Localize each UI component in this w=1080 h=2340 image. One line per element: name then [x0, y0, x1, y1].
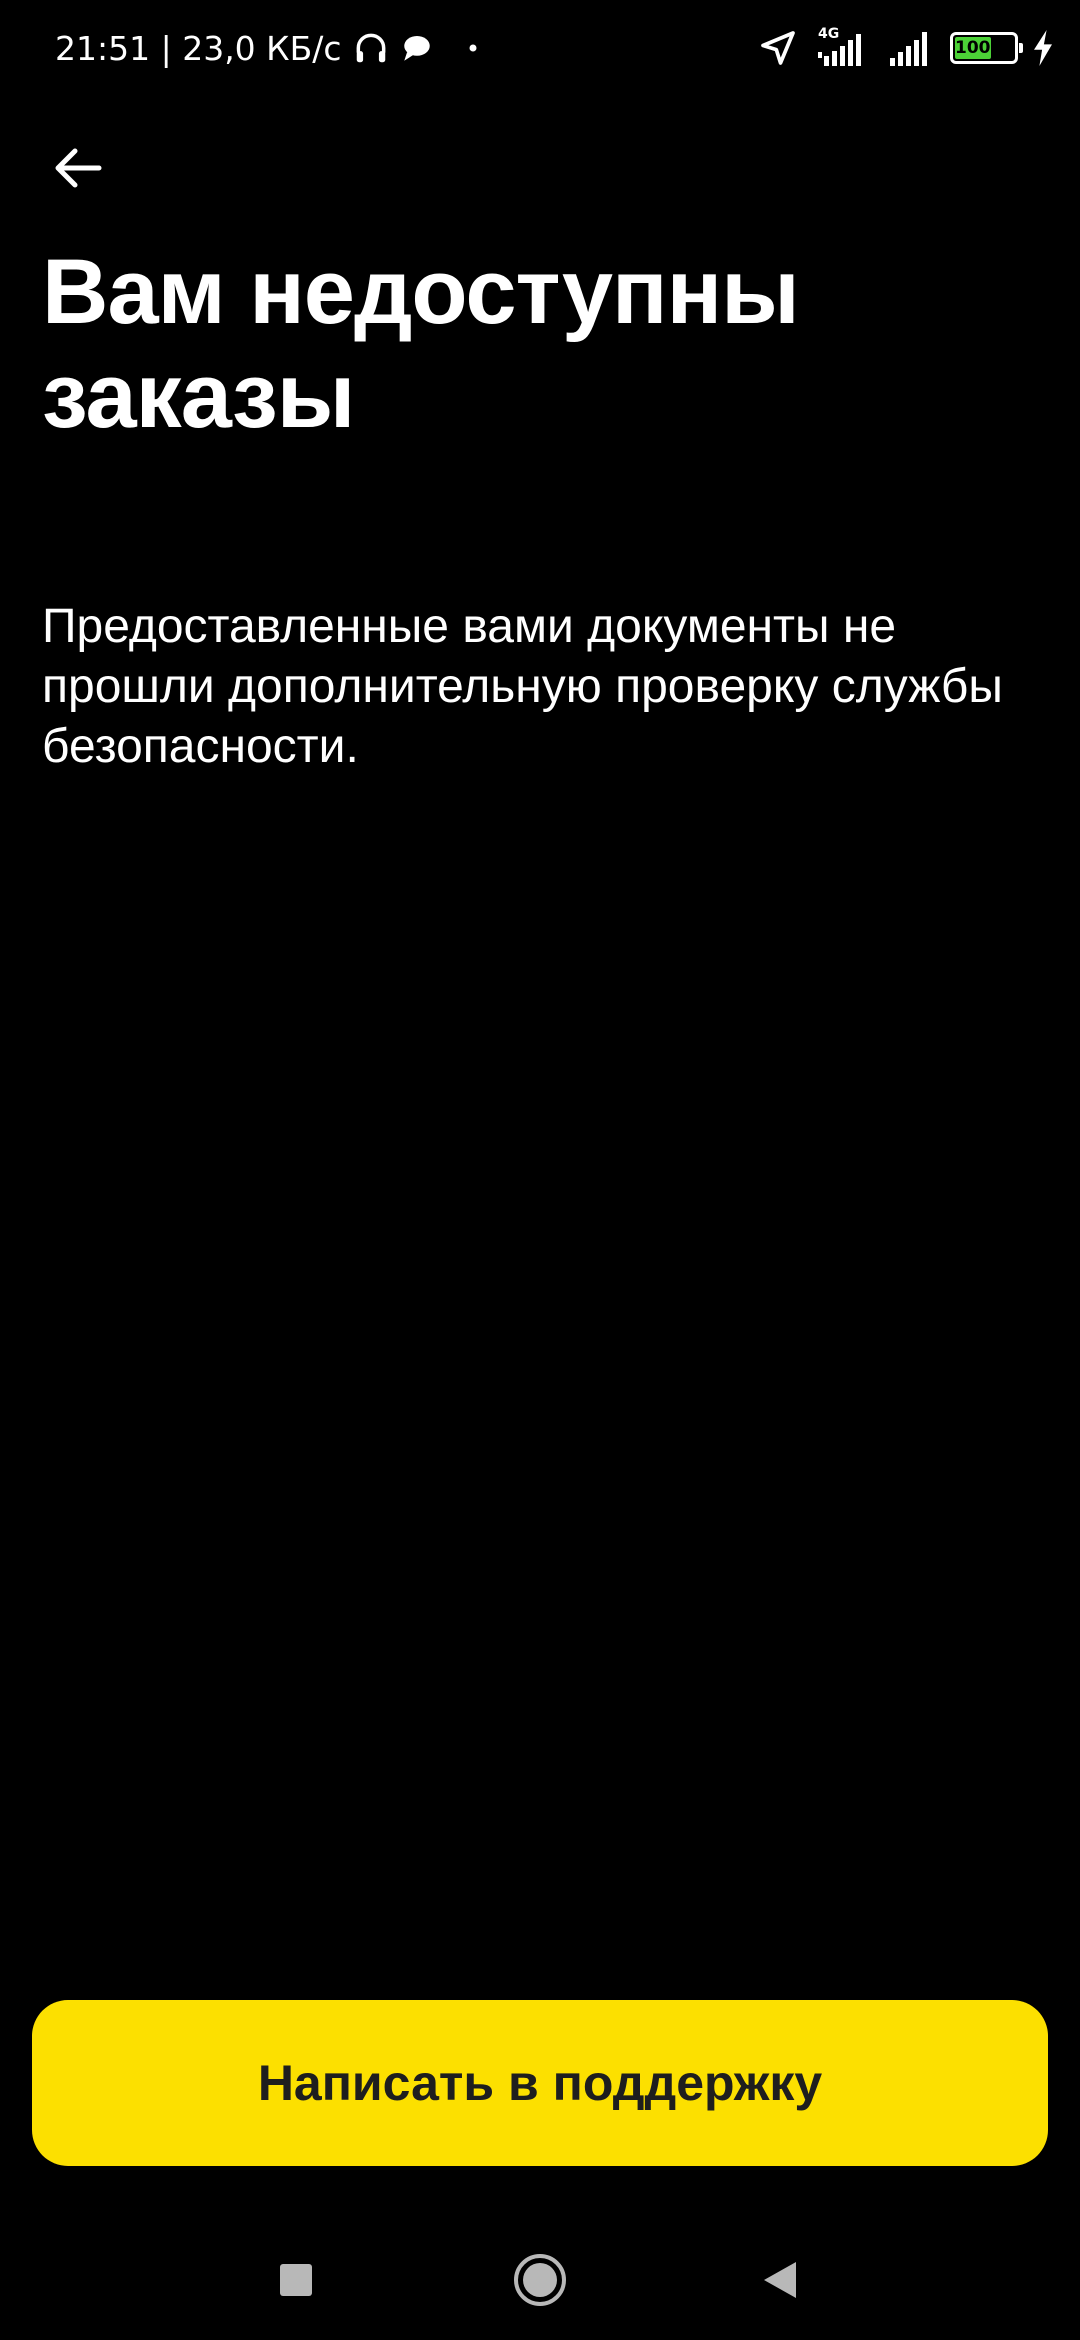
battery-fill: 100	[955, 37, 991, 59]
battery-cap	[1019, 43, 1023, 53]
system-back-button[interactable]	[730, 2230, 830, 2330]
back-button[interactable]	[40, 130, 116, 206]
contact-support-label: Написать в поддержку	[257, 2055, 823, 2111]
status-left: 21:51 | 23,0 КБ/с	[55, 26, 478, 70]
battery-icon: 100	[950, 32, 1023, 64]
home-icon	[514, 2254, 566, 2306]
recents-button[interactable]	[246, 2230, 346, 2330]
contact-support-button[interactable]: Написать в поддержку	[32, 2000, 1048, 2166]
location-arrow-icon	[758, 28, 798, 68]
chat-bubble-icon	[400, 31, 434, 65]
system-nav-bar	[0, 2220, 1080, 2340]
signal-icon	[888, 28, 938, 68]
status-time-speed: 21:51 | 23,0 КБ/с	[55, 28, 342, 68]
recents-icon	[280, 2264, 312, 2296]
page-title: Вам недоступны заказы	[42, 241, 800, 447]
battery-level: 100	[955, 37, 991, 58]
home-button[interactable]	[490, 2230, 590, 2330]
arrow-left-icon	[55, 148, 102, 188]
signal-icon: 4G	[810, 26, 876, 70]
status-right: 4G 100	[746, 26, 1054, 70]
page-description: Предоставленные вами документы не прошли…	[42, 600, 1003, 773]
charging-icon	[1032, 30, 1054, 66]
dot-icon	[468, 43, 478, 53]
headphones-icon	[352, 29, 390, 67]
back-triangle-icon	[764, 2262, 796, 2298]
status-bar: 21:51 | 23,0 КБ/с 4G 100	[0, 0, 1080, 96]
